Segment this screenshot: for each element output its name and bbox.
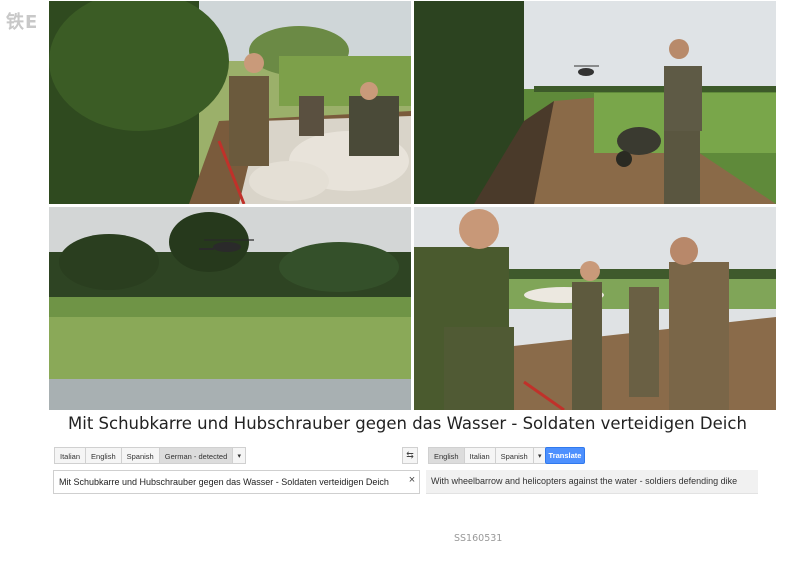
- wheelbarrow-helicopter-photo: [414, 1, 776, 204]
- translate-button[interactable]: Translate: [545, 447, 585, 464]
- source-lang-spanish[interactable]: Spanish: [120, 447, 159, 464]
- translated-text-output: With wheelbarrow and helicopters against…: [426, 470, 758, 494]
- source-lang-italian[interactable]: Italian: [54, 447, 86, 464]
- helicopter-over-field-photo: [49, 207, 411, 410]
- source-lang-english[interactable]: English: [85, 447, 121, 464]
- source-lang-detected[interactable]: German - detected: [158, 447, 233, 464]
- photo-caption: Mit Schubkarre und Hubschrauber gegen da…: [68, 414, 747, 433]
- target-lang-english[interactable]: English: [428, 447, 464, 464]
- target-lang-italian[interactable]: Italian: [463, 447, 495, 464]
- source-language-bar: Italian English Spanish German - detecte…: [54, 447, 247, 464]
- soldiers-on-dike-photo: [414, 207, 776, 410]
- sandbag-soldiers-photo: [49, 1, 411, 204]
- footer-code: SS160531: [454, 533, 503, 544]
- target-language-bar: English Italian Spanish ▾: [428, 447, 547, 464]
- source-lang-dropdown-icon[interactable]: ▾: [232, 447, 247, 464]
- source-text-input[interactable]: Mit Schubkarre und Hubschrauber gegen da…: [53, 470, 420, 494]
- watermark: 铁E: [6, 12, 39, 33]
- swap-icon[interactable]: ⇆: [402, 447, 418, 464]
- target-lang-spanish[interactable]: Spanish: [494, 447, 533, 464]
- clear-icon[interactable]: ×: [406, 472, 418, 488]
